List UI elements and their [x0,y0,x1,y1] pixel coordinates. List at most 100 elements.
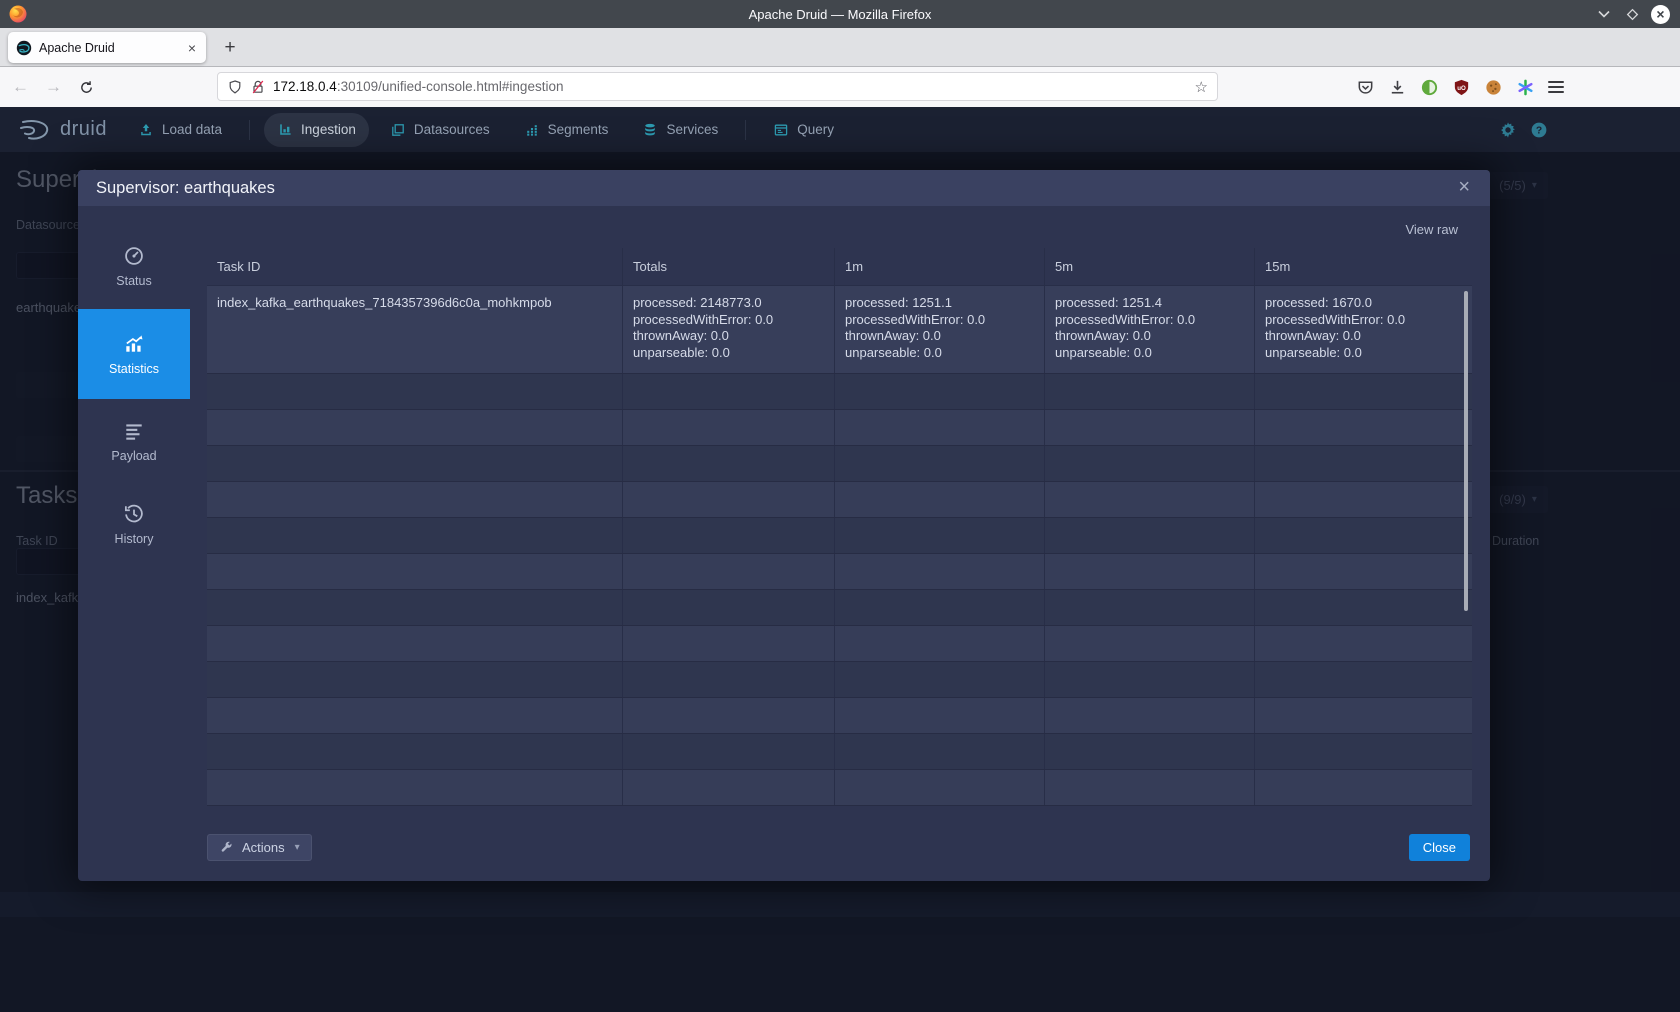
empty-cell [835,374,1045,409]
tab-label: History [115,532,154,546]
empty-table-row [207,518,1472,554]
chart-icon [123,333,145,355]
druid-favicon-icon [16,40,32,56]
cell-task_id: index_kafka_earthquakes_7184357396d6c0a_… [207,286,623,373]
tab-payload[interactable]: Payload [78,401,190,482]
nav-item-label: Ingestion [301,122,356,137]
ublock-icon[interactable]: uO [1452,78,1471,97]
nav-item-label: Load data [162,122,222,137]
empty-cell [623,374,835,409]
nav-item-query[interactable]: Query [760,113,847,147]
cookie-extension-icon[interactable] [1484,78,1503,97]
cell-totals: processed: 2148773.0 processedWithError:… [623,286,835,373]
empty-table-row [207,734,1472,770]
empty-cell [623,770,835,805]
empty-cell [1045,590,1255,625]
url-bar[interactable]: 172.18.0.4:30109/unified-console.html#in… [217,72,1218,101]
minimize-icon[interactable] [1595,5,1613,23]
empty-cell [623,446,835,481]
tab-status[interactable]: Status [78,226,190,307]
empty-cell [1045,518,1255,553]
window-title: Apache Druid — Mozilla Firefox [0,7,1680,22]
forward-icon[interactable]: → [45,77,62,97]
tab-label: Status [116,274,151,288]
nav-item-services[interactable]: Services [629,113,731,147]
svg-text:uO: uO [1457,84,1466,91]
supervisor-dialog: Supervisor: earthquakes × Status Statisti… [78,170,1490,881]
empty-table-row [207,590,1472,626]
query-icon [773,122,789,138]
druid-logo-icon [18,118,52,142]
statistics-table: Task IDTotals1m5m15m index_kafka_earthqu… [207,248,1472,806]
empty-table-row [207,482,1472,518]
empty-cell [1045,734,1255,769]
insecure-lock-icon[interactable] [250,79,266,95]
browser-tab[interactable]: Apache Druid × [8,32,206,63]
empty-cell [1255,374,1472,409]
empty-cell [835,554,1045,589]
asterisk-extension-icon[interactable] [1516,78,1535,97]
empty-cell [835,410,1045,445]
empty-cell [207,662,623,697]
pocket-icon[interactable] [1356,78,1375,97]
url-host: 172.18.0.4 [273,79,337,94]
empty-cell [207,626,623,661]
druid-brand-name: druid [60,118,107,141]
shield-icon[interactable] [227,79,243,95]
view-raw-link[interactable]: View raw [1405,222,1458,237]
dialog-title: Supervisor: earthquakes [96,179,275,198]
tab-statistics[interactable]: Statistics [78,309,190,399]
reload-icon[interactable] [78,79,95,96]
new-tab-button[interactable]: + [216,34,244,62]
close-window-icon[interactable]: × [1651,5,1670,24]
empty-cell [835,770,1045,805]
empty-cell [207,590,623,625]
column-header-15m: 15m [1255,248,1472,285]
nav-item-datasources[interactable]: Datasources [377,113,503,147]
browser-toolbar: ← → 172.18.0.4:30109/unified-console.htm… [0,67,1680,107]
extension-icons: uO [1356,67,1564,107]
empty-cell [835,446,1045,481]
gear-icon[interactable] [1499,121,1517,139]
nav-item-label: Query [797,122,834,137]
tab-label: Payload [111,449,156,463]
empty-cell [1255,554,1472,589]
ingestion-icon [277,122,293,138]
tab-close-icon[interactable]: × [186,40,198,56]
cell-m1: processed: 1251.1 processedWithError: 0.… [835,286,1045,373]
tab-history[interactable]: History [78,484,190,565]
table-scrollbar[interactable] [1464,291,1468,611]
nav-item-ingestion[interactable]: Ingestion [264,113,369,147]
empty-cell [207,374,623,409]
dialog-close-icon[interactable]: × [1452,174,1476,201]
empty-cell [1255,734,1472,769]
nav-item-load-data[interactable]: Load data [125,113,235,147]
nav-item-segments[interactable]: Segments [511,113,622,147]
empty-cell [1045,698,1255,733]
close-button[interactable]: Close [1409,834,1470,861]
empty-cell [623,410,835,445]
tab-title: Apache Druid [39,41,179,55]
actions-button[interactable]: Actions ▾ [207,834,312,861]
empty-cell [835,734,1045,769]
svg-text:?: ? [1536,125,1542,136]
menu-icon[interactable] [1548,81,1564,93]
tab-label: Statistics [109,362,159,376]
empty-cell [207,770,623,805]
help-icon[interactable]: ? [1530,121,1548,139]
empty-cell [207,518,623,553]
privacy-extension-icon[interactable] [1420,78,1439,97]
empty-cell [1045,662,1255,697]
empty-cell [1255,770,1472,805]
bookmark-star-icon[interactable]: ☆ [1195,78,1208,96]
cell-m5: processed: 1251.4 processedWithError: 0.… [1045,286,1255,373]
back-icon[interactable]: ← [12,77,29,97]
druid-brand[interactable]: druid [18,118,107,142]
download-icon[interactable] [1388,78,1407,97]
column-header-task-id: Task ID [207,248,623,285]
maximize-icon[interactable] [1623,5,1641,23]
empty-cell [835,518,1045,553]
nav-item-label: Segments [548,122,609,137]
empty-cell [1045,482,1255,517]
empty-cell [207,698,623,733]
